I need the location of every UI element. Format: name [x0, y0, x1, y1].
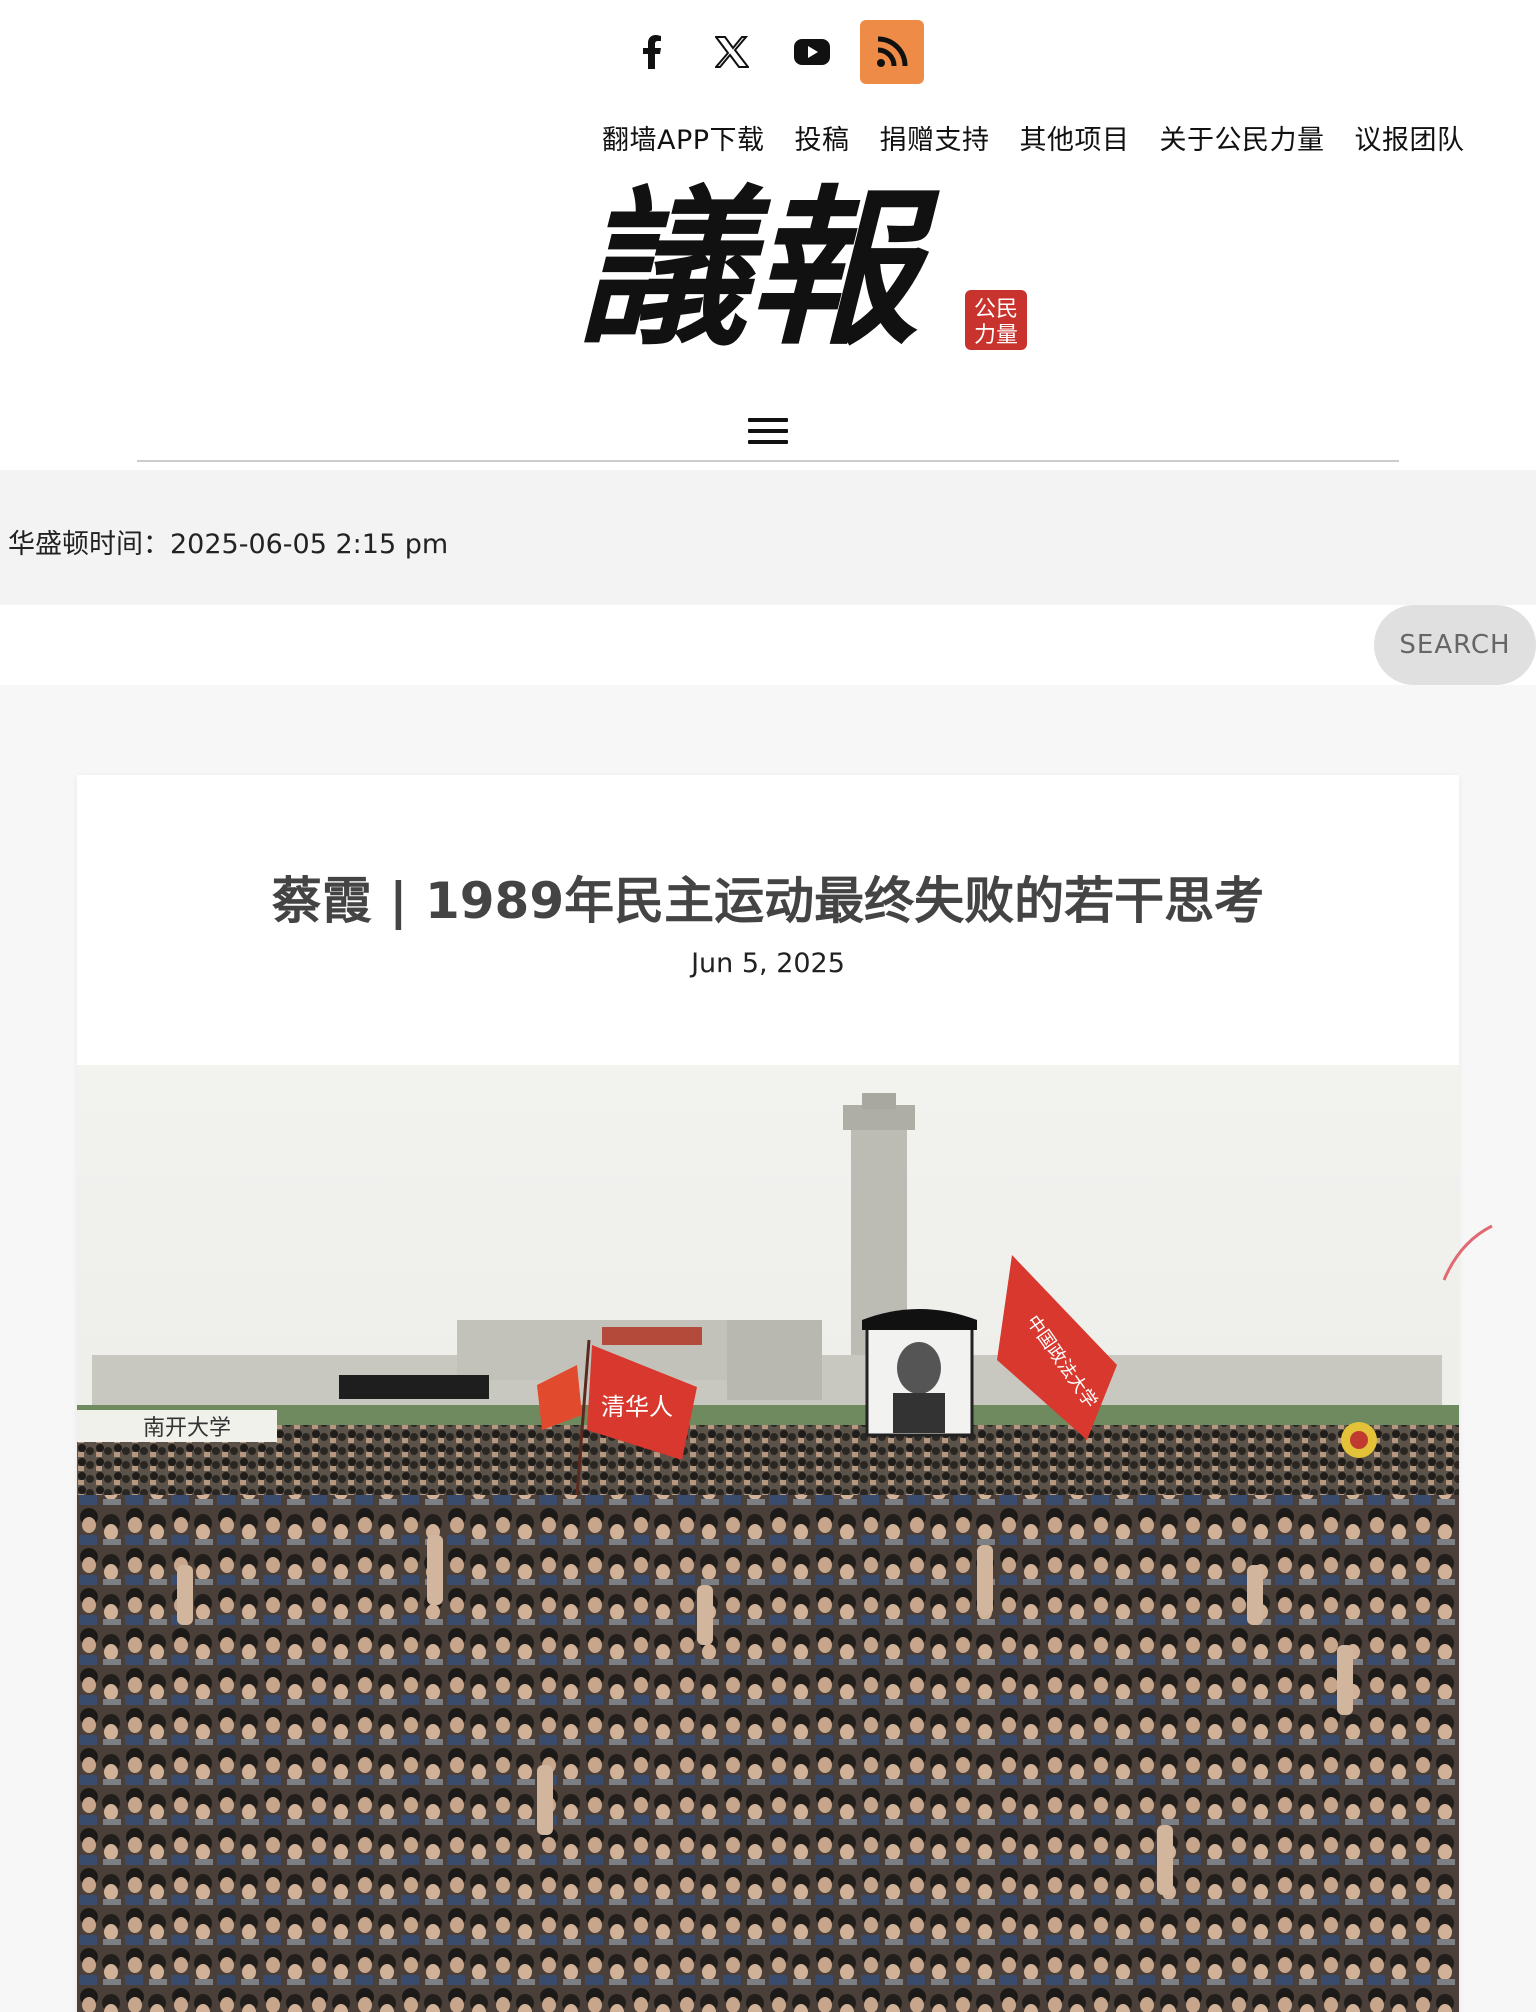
time-bar: 华盛顿时间：2025-06-05 2:15 pm: [0, 470, 1536, 605]
logo-seal-line-2: 力量: [974, 323, 1018, 348]
article-date: Jun 5, 2025: [691, 948, 845, 979]
logo-seal-line-1: 公民: [974, 297, 1018, 322]
facebook-icon: [643, 35, 661, 69]
article-title[interactable]: 蔡霞 | 1989年民主运动最终失败的若干思考: [77, 861, 1459, 933]
logo-text: 議報: [578, 169, 940, 369]
x-icon: [715, 36, 749, 68]
youtube-link[interactable]: [780, 20, 844, 84]
nav-about[interactable]: 关于公民力量: [1145, 118, 1340, 157]
site-logo[interactable]: 議報 公民 力量: [568, 150, 1038, 370]
youtube-icon: [794, 39, 830, 65]
main-content: 蔡霞 | 1989年民主运动最终失败的若干思考 Jun 5, 2025 南开大学…: [0, 685, 1536, 2012]
banner-nankai: 南开大学: [143, 1416, 231, 1441]
search-input[interactable]: [0, 605, 1370, 685]
x-link[interactable]: [700, 20, 764, 84]
site-header: 翻墙APP下载 投稿 捐赠支持 其他项目 关于公民力量 议报团队 議報 公民 力…: [0, 0, 1536, 470]
washington-time: 华盛顿时间：2025-06-05 2:15 pm: [8, 529, 449, 560]
rss-icon: [877, 36, 908, 67]
hamburger-menu-icon[interactable]: [748, 418, 788, 448]
decorative-stroke: [1442, 1224, 1493, 1281]
search-bar: SEARCH: [0, 605, 1536, 685]
banner-tsinghua: 清华人: [601, 1393, 673, 1421]
social-links: [620, 20, 924, 84]
article-card: 蔡霞 | 1989年民主运动最终失败的若干思考 Jun 5, 2025 南开大学…: [77, 775, 1459, 2012]
search-button[interactable]: SEARCH: [1374, 605, 1536, 685]
rss-link[interactable]: [860, 20, 924, 84]
article-featured-image[interactable]: 南开大学 清华人 中国政法大学: [77, 1065, 1459, 2012]
nav-team[interactable]: 议报团队: [1340, 118, 1480, 157]
header-divider: [137, 460, 1399, 462]
facebook-link[interactable]: [620, 20, 684, 84]
